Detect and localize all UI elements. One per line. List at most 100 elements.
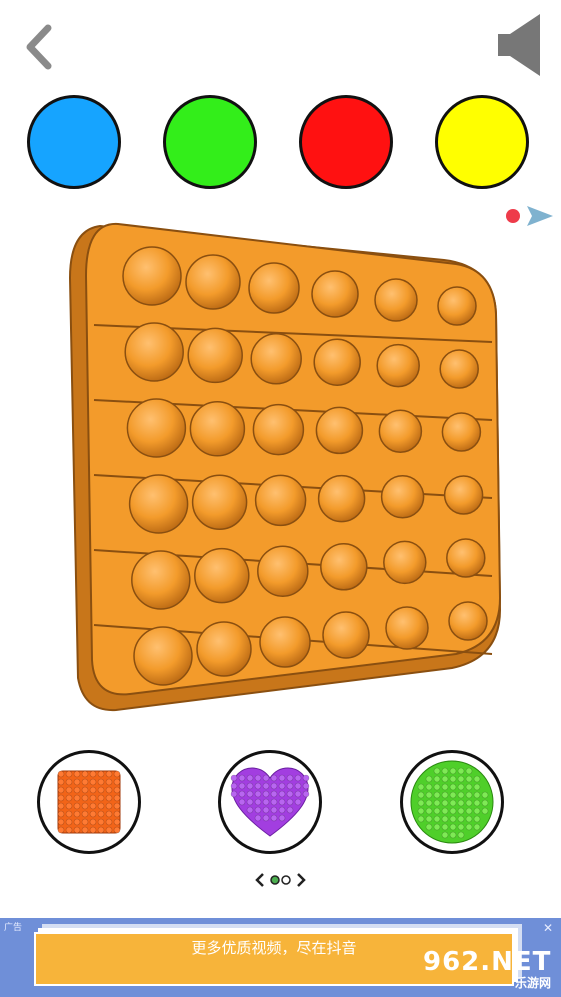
square-bubble — [81, 794, 89, 802]
circle-bubble — [465, 783, 473, 791]
circle-bubble — [449, 767, 457, 775]
pop-bubble[interactable] — [315, 406, 364, 455]
heart-bubble — [254, 790, 262, 798]
pop-bubble[interactable] — [259, 616, 311, 668]
pop-bubble[interactable] — [126, 398, 187, 458]
pop-bubble[interactable] — [252, 403, 305, 456]
pop-bubble[interactable] — [185, 254, 241, 310]
square-bubble — [105, 810, 113, 818]
square-bubble — [65, 794, 73, 802]
pop-bubble[interactable] — [320, 543, 368, 591]
circle-bubble — [425, 815, 433, 823]
pop-bubble[interactable] — [311, 270, 359, 318]
page-indicator[interactable] — [255, 870, 307, 890]
pop-bubble[interactable] — [122, 246, 182, 306]
heart-bubble — [294, 782, 302, 790]
heart-bubble — [246, 774, 254, 782]
shape-option-square[interactable] — [37, 750, 141, 854]
circle-bubble — [481, 799, 489, 807]
square-bubble — [57, 794, 65, 802]
pop-bubble[interactable] — [313, 338, 361, 386]
color-swatch-red[interactable] — [299, 95, 393, 189]
pop-bubble[interactable] — [124, 322, 184, 382]
back-button[interactable] — [20, 22, 60, 72]
square-bubble — [81, 810, 89, 818]
pop-bubble[interactable] — [448, 601, 488, 641]
circle-bubble — [433, 767, 441, 775]
pop-bubble[interactable] — [196, 621, 252, 677]
sound-toggle-button[interactable] — [496, 12, 544, 78]
pop-bubble[interactable] — [380, 475, 425, 519]
square-bubble — [65, 810, 73, 818]
square-bubble — [57, 810, 65, 818]
pop-bubble[interactable] — [254, 474, 307, 527]
circle-bubble — [425, 799, 433, 807]
pop-bubble[interactable] — [383, 540, 427, 585]
shape-option-heart[interactable] — [218, 750, 322, 854]
pop-bubble[interactable] — [191, 474, 248, 530]
circle-bubble — [425, 823, 433, 831]
pop-bubble[interactable] — [374, 278, 418, 322]
pop-bubble[interactable] — [128, 474, 189, 534]
site-watermark: 962.NET 乐游网 — [423, 947, 553, 991]
circle-bubble — [449, 775, 457, 783]
pop-bubble[interactable] — [446, 538, 486, 578]
heart-bubble — [270, 790, 278, 798]
pop-bubble[interactable] — [189, 401, 246, 457]
circle-bubble — [441, 775, 449, 783]
heart-bubble — [270, 798, 278, 806]
circle-bubble — [449, 807, 457, 815]
ad-banner[interactable]: 广告 ✕ 更多优质视频，尽在抖音 962.NET 乐游网 — [0, 918, 561, 997]
color-swatch-blue[interactable] — [27, 95, 121, 189]
pop-bubble[interactable] — [250, 333, 302, 385]
pop-bubble[interactable] — [194, 547, 250, 604]
pop-bubble[interactable] — [443, 475, 484, 515]
circle-bubble — [473, 799, 481, 807]
pop-bubble[interactable] — [187, 327, 243, 384]
ad-close-icon[interactable]: ✕ — [543, 921, 553, 935]
pop-bubble[interactable] — [439, 349, 479, 389]
square-bubble — [105, 786, 113, 794]
square-bubble — [113, 818, 121, 826]
circle-bubble — [433, 791, 441, 799]
heart-bubble — [238, 798, 246, 806]
pop-bubble[interactable] — [257, 545, 309, 597]
heart-bubble — [278, 790, 286, 798]
pop-bubble[interactable] — [385, 606, 429, 650]
heart-bubble — [270, 782, 278, 790]
pop-bubble[interactable] — [131, 550, 191, 610]
heart-bubble — [246, 798, 254, 806]
circle-bubble — [457, 775, 465, 783]
heart-bubble — [230, 782, 238, 790]
heart-bubble — [302, 782, 310, 790]
pop-bubble[interactable] — [322, 611, 370, 659]
heart-bubble — [246, 782, 254, 790]
pop-bubble[interactable] — [378, 409, 423, 453]
pop-bubble[interactable] — [441, 412, 482, 452]
heart-bubble — [262, 774, 270, 782]
pop-it-board[interactable] — [64, 218, 510, 712]
heart-bubble — [286, 806, 294, 814]
square-bubble — [97, 826, 105, 834]
square-bubble — [57, 778, 65, 786]
color-swatch-green[interactable] — [163, 95, 257, 189]
chevron-left-icon — [26, 24, 52, 70]
pop-bubble[interactable] — [133, 626, 193, 686]
square-bubble — [113, 786, 121, 794]
circle-bubble — [441, 767, 449, 775]
circle-bubble — [441, 815, 449, 823]
circle-bubble — [417, 791, 425, 799]
circle-bubble — [441, 807, 449, 815]
circle-bubble — [465, 767, 473, 775]
square-popit-icon — [57, 770, 121, 834]
circle-bubble — [449, 815, 457, 823]
pop-bubble[interactable] — [317, 474, 366, 523]
pop-bubble[interactable] — [376, 343, 420, 388]
pager-dot — [281, 875, 291, 885]
color-swatch-yellow[interactable] — [435, 95, 529, 189]
shape-option-circle[interactable] — [400, 750, 504, 854]
circle-bubble — [425, 775, 433, 783]
pop-bubble[interactable] — [437, 286, 477, 326]
pop-bubble[interactable] — [248, 262, 300, 314]
circle-bubble — [465, 799, 473, 807]
